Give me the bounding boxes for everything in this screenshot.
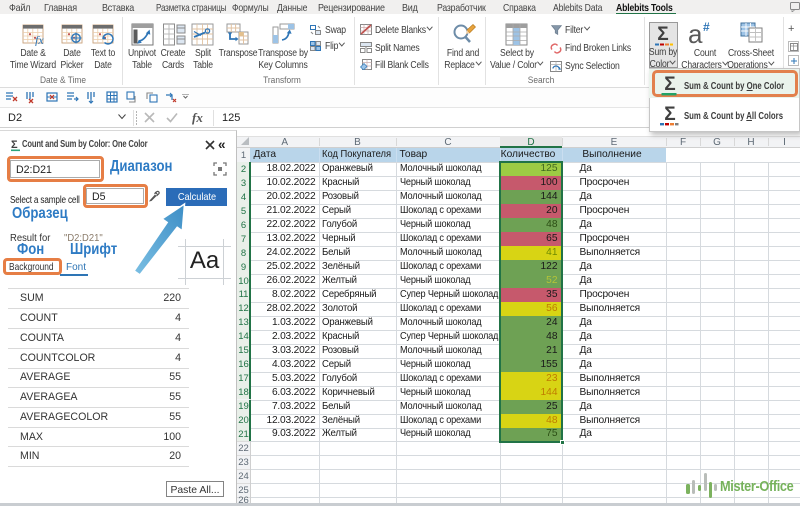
svg-text:Σ: Σ [657,24,668,45]
svg-text:Σ: Σ [664,104,675,125]
svg-text:#: # [703,20,710,34]
svg-text:fx: fx [35,33,44,46]
svg-text:Σ: Σ [11,139,18,151]
svg-text:Σ: Σ [664,74,675,95]
svg-text:a: a [688,20,703,46]
